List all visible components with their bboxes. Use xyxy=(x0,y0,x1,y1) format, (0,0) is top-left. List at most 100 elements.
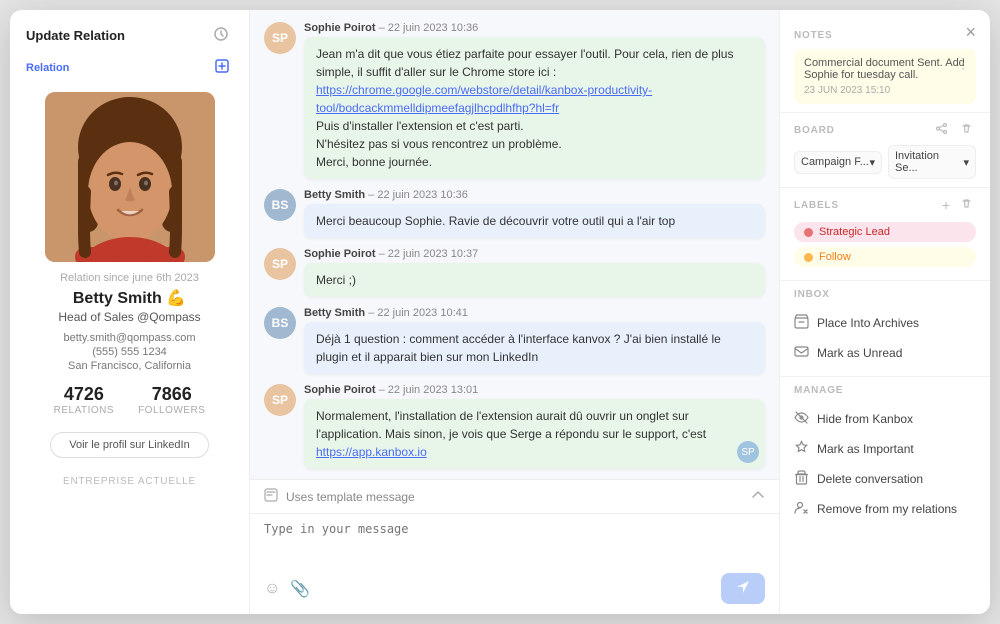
label-dot-pink xyxy=(804,228,813,237)
mark-unread-label: Mark as Unread xyxy=(817,346,902,360)
stat-relations: 4726 RELATIONS xyxy=(54,384,114,416)
chat-input[interactable] xyxy=(264,522,765,554)
msg-content-3: Sophie Poirot – 22 juin 2023 10:37 Merci… xyxy=(304,248,765,297)
board-section: BOARD Campaign F... ▾ Invitation Se... xyxy=(780,113,990,188)
sidebar-title: Update Relation xyxy=(26,28,125,43)
msg-bubble-4: Déjà 1 question : comment accéder à l'in… xyxy=(304,322,765,374)
board-delete-icon[interactable] xyxy=(957,121,976,139)
msg-content-2: Betty Smith – 22 juin 2023 10:36 Merci b… xyxy=(304,189,765,238)
message-4: BS Betty Smith – 22 juin 2023 10:41 Déjà… xyxy=(264,307,765,374)
chrome-link[interactable]: https://chrome.google.com/webstore/detai… xyxy=(316,83,652,115)
contact-phone: (555) 555 1234 xyxy=(92,346,167,358)
manage-label: MANAGE xyxy=(794,385,976,396)
stat-followers-label: FOLLOWERS xyxy=(138,405,205,416)
stat-relations-num: 4726 xyxy=(54,384,114,405)
chat-messages: SP Sophie Poirot – 22 juin 2023 10:36 Je… xyxy=(250,10,779,479)
close-button[interactable]: × xyxy=(965,22,976,43)
board-select-2[interactable]: Invitation Se... ▾ xyxy=(888,145,976,179)
message-3: SP Sophie Poirot – 22 juin 2023 10:37 Me… xyxy=(264,248,765,297)
labels-section: LABELS + Strategic Lead Follow xyxy=(780,188,990,281)
notes-label: NOTES xyxy=(794,30,976,41)
sidebar-action-icon[interactable] xyxy=(209,24,233,47)
label-follow: Follow xyxy=(794,247,976,267)
archives-icon xyxy=(794,314,809,332)
msg-content-5: Sophie Poirot – 22 juin 2023 13:01 Norma… xyxy=(304,384,765,469)
msg-header-3: Sophie Poirot – 22 juin 2023 10:37 xyxy=(304,248,765,260)
contact-name: Betty Smith 💪 xyxy=(73,288,186,308)
archives-label: Place Into Archives xyxy=(817,316,919,330)
delete-label: Delete conversation xyxy=(817,472,923,486)
template-icon xyxy=(264,488,278,505)
stats-row: 4726 RELATIONS 7866 FOLLOWERS xyxy=(54,384,206,416)
labels-label: LABELS xyxy=(794,200,839,211)
avatar-sophie-3: SP xyxy=(264,384,296,416)
msg-bubble-5: Normalement, l'installation de l'extensi… xyxy=(304,399,765,469)
manage-hide[interactable]: Hide from Kanbox xyxy=(794,404,976,434)
board-label: BOARD xyxy=(794,125,835,136)
avatar-betty-2: BS xyxy=(264,307,296,339)
labels-add-icon[interactable]: + xyxy=(939,196,953,214)
contact-avatar xyxy=(45,92,215,262)
board-icons xyxy=(932,121,976,139)
send-button[interactable] xyxy=(721,573,765,604)
sidebar: Update Relation Relation xyxy=(10,10,250,614)
expand-icon[interactable] xyxy=(751,488,765,505)
manage-important[interactable]: Mark as Important xyxy=(794,434,976,464)
msg-header-5: Sophie Poirot – 22 juin 2023 13:01 xyxy=(304,384,765,396)
msg-content-4: Betty Smith – 22 juin 2023 10:41 Déjà 1 … xyxy=(304,307,765,374)
message-2: BS Betty Smith – 22 juin 2023 10:36 Merc… xyxy=(264,189,765,238)
msg-bubble-1: Jean m'a dit que vous étiez parfaite pou… xyxy=(304,37,765,179)
board-share-icon[interactable] xyxy=(932,121,951,139)
stat-relations-label: RELATIONS xyxy=(54,405,114,416)
chat-actions: ☺ 📎 xyxy=(250,567,779,614)
msg-header-4: Betty Smith – 22 juin 2023 10:41 xyxy=(304,307,765,319)
mark-unread-icon xyxy=(794,344,809,362)
chat-input-area xyxy=(250,513,779,567)
inbox-section: INBOX Place Into Archives Mark as Unread xyxy=(780,281,990,377)
msg-bubble-2: Merci beaucoup Sophie. Ravie de découvri… xyxy=(304,204,765,238)
msg-header-1: Sophie Poirot – 22 juin 2023 10:36 xyxy=(304,22,765,34)
note-menu-icon[interactable]: ⋮ xyxy=(956,55,970,72)
relation-section: Relation xyxy=(10,57,249,92)
label-strategic: Strategic Lead xyxy=(794,222,976,242)
important-label: Mark as Important xyxy=(817,442,914,456)
hide-label: Hide from Kanbox xyxy=(817,412,913,426)
modal-container: × Update Relation Relation xyxy=(10,10,990,614)
avatar-sophie-2: SP xyxy=(264,248,296,280)
kanbox-link[interactable]: https://app.kanbox.io xyxy=(316,445,427,459)
chat-area: SP Sophie Poirot – 22 juin 2023 10:36 Je… xyxy=(250,10,780,614)
note-card: ⋮ Commercial document Sent. Add Sophie f… xyxy=(794,49,976,104)
right-panel: NOTES ⋮ Commercial document Sent. Add So… xyxy=(780,10,990,614)
attachment-icon[interactable]: 📎 xyxy=(290,579,310,599)
msg-content-1: Sophie Poirot – 22 juin 2023 10:36 Jean … xyxy=(304,22,765,179)
manage-section: MANAGE Hide from Kanbox Mark as Importan… xyxy=(780,377,990,532)
entreprise-label: ENTREPRISE ACTUELLE xyxy=(63,476,196,487)
delete-icon xyxy=(794,470,809,488)
avatar-sophie-1: SP xyxy=(264,22,296,54)
label-follow-text: Follow xyxy=(819,251,851,263)
contact-title: Head of Sales @Qompass xyxy=(58,310,200,324)
emoji-icon[interactable]: ☺ xyxy=(264,580,280,598)
contact-location: San Francisco, California xyxy=(68,360,191,372)
manage-remove[interactable]: Remove from my relations xyxy=(794,494,976,524)
relation-icon-btn[interactable] xyxy=(211,57,233,78)
inbox-archives[interactable]: Place Into Archives xyxy=(794,308,976,338)
inbox-mark-unread[interactable]: Mark as Unread xyxy=(794,338,976,368)
msg-header-2: Betty Smith – 22 juin 2023 10:36 xyxy=(304,189,765,201)
stat-followers-num: 7866 xyxy=(138,384,205,405)
board-select-1[interactable]: Campaign F... ▾ xyxy=(794,151,882,174)
notes-section: NOTES ⋮ Commercial document Sent. Add So… xyxy=(780,22,990,113)
note-date: 23 JUN 2023 15:10 xyxy=(804,85,966,96)
important-icon xyxy=(794,440,809,458)
message-1: SP Sophie Poirot – 22 juin 2023 10:36 Je… xyxy=(264,22,765,179)
msg-bubble-3: Merci ;) xyxy=(304,263,765,297)
contact-email: betty.smith@qompass.com xyxy=(63,332,195,344)
linkedin-button[interactable]: Voir le profil sur LinkedIn xyxy=(50,432,208,458)
manage-delete[interactable]: Delete conversation xyxy=(794,464,976,494)
hide-icon xyxy=(794,410,809,428)
labels-header: LABELS + xyxy=(794,196,976,214)
message-5: SP Sophie Poirot – 22 juin 2023 13:01 No… xyxy=(264,384,765,469)
template-bar: Uses template message xyxy=(250,479,779,513)
sidebar-header: Update Relation xyxy=(10,10,249,57)
labels-delete-icon[interactable] xyxy=(957,196,976,214)
